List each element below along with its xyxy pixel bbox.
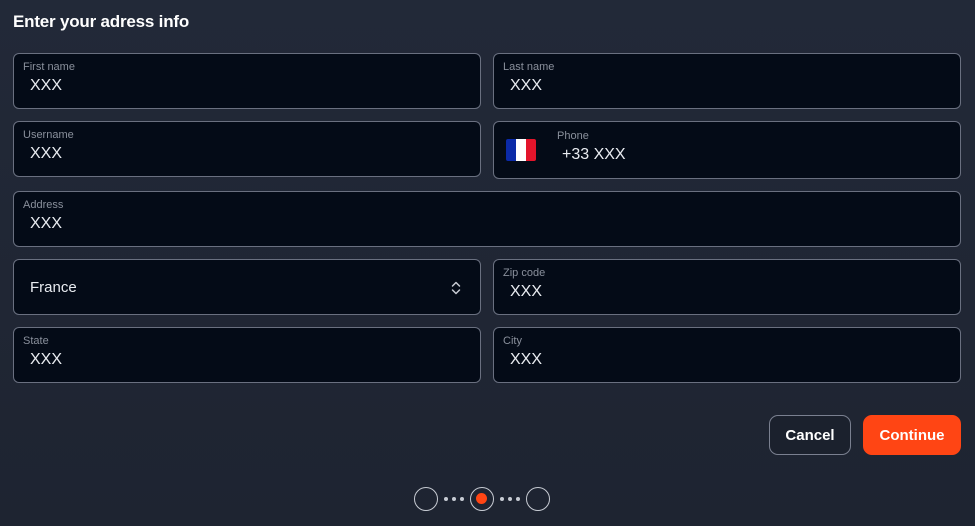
connector-dot <box>508 497 512 501</box>
step-connector-dots <box>500 497 520 501</box>
flag-blue-stripe <box>506 139 516 161</box>
zip-code-value[interactable]: XXX <box>510 283 542 301</box>
last-name-value[interactable]: XXX <box>510 77 542 95</box>
connector-dot <box>444 497 448 501</box>
country-select[interactable]: France <box>13 259 481 315</box>
address-value[interactable]: XXX <box>30 215 62 233</box>
username-label: Username <box>23 129 74 141</box>
phone-field[interactable]: Phone +33 XXX <box>493 121 961 179</box>
first-name-value[interactable]: XXX <box>30 77 62 95</box>
phone-value[interactable]: +33 XXX <box>562 146 626 164</box>
city-label: City <box>503 335 522 347</box>
city-field[interactable]: City XXX <box>493 327 961 383</box>
city-value[interactable]: XXX <box>510 351 542 369</box>
cancel-button[interactable]: Cancel <box>769 415 851 455</box>
address-label: Address <box>23 199 64 211</box>
address-field[interactable]: Address XXX <box>13 191 961 247</box>
country-value[interactable]: France <box>30 279 77 296</box>
first-name-field[interactable]: First name XXX <box>13 53 481 109</box>
address-form-page: Enter your adress info First name XXX La… <box>0 0 975 526</box>
first-name-label: First name <box>23 61 75 73</box>
state-label: State <box>23 335 49 347</box>
step-indicator <box>414 486 550 512</box>
step-3-indicator[interactable] <box>526 487 550 511</box>
connector-dot <box>500 497 504 501</box>
step-1-indicator[interactable] <box>414 487 438 511</box>
step-2-indicator[interactable] <box>470 487 494 511</box>
continue-button[interactable]: Continue <box>863 415 961 455</box>
state-field[interactable]: State XXX <box>13 327 481 383</box>
connector-dot <box>516 497 520 501</box>
step-connector-dots <box>444 497 464 501</box>
username-field[interactable]: Username XXX <box>13 121 481 177</box>
phone-label: Phone <box>557 130 589 142</box>
page-title: Enter your adress info <box>13 12 190 31</box>
connector-dot <box>460 497 464 501</box>
flag-white-stripe <box>516 139 526 161</box>
zip-code-label: Zip code <box>503 267 546 279</box>
zip-code-field[interactable]: Zip code XXX <box>493 259 961 315</box>
last-name-label: Last name <box>503 61 555 73</box>
flag-red-stripe <box>526 139 536 161</box>
france-flag-icon[interactable] <box>506 139 536 161</box>
connector-dot <box>452 497 456 501</box>
username-value[interactable]: XXX <box>30 145 62 163</box>
chevron-up-down-icon[interactable] <box>450 279 462 297</box>
state-value[interactable]: XXX <box>30 351 62 369</box>
last-name-field[interactable]: Last name XXX <box>493 53 961 109</box>
